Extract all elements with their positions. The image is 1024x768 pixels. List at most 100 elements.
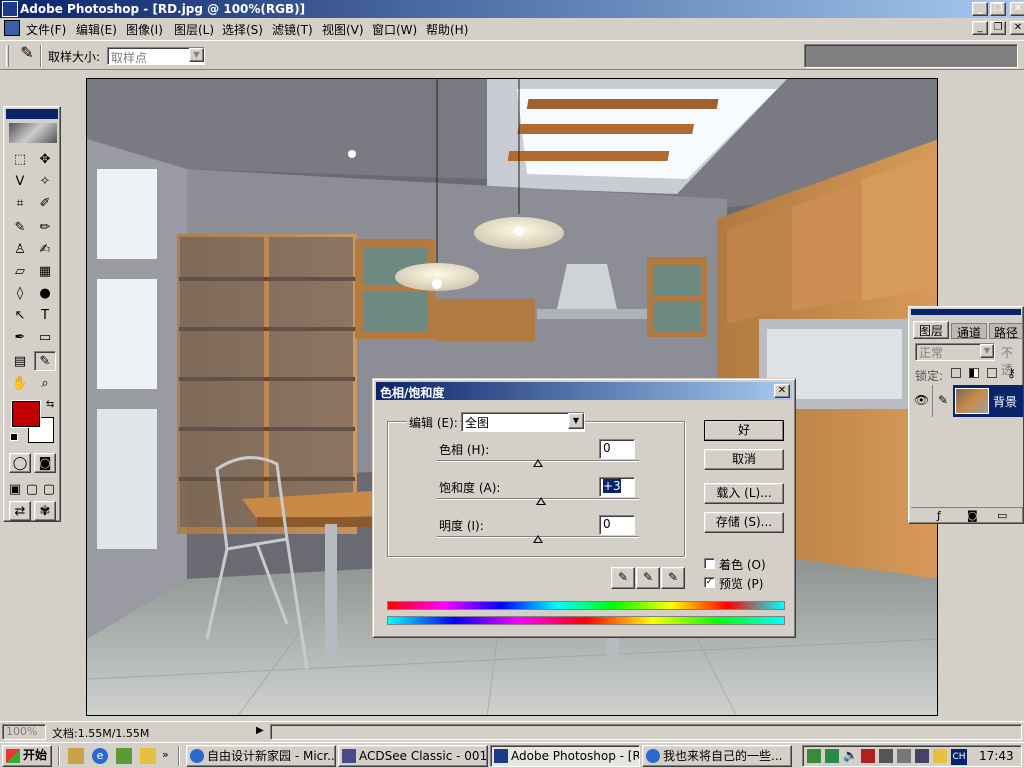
minimize-button[interactable]: _ [972, 2, 988, 16]
brush-icon[interactable]: ✏ [34, 217, 56, 237]
saturation-slider-thumb[interactable] [536, 497, 546, 505]
swap-colors-icon[interactable]: ⇆ [46, 399, 54, 410]
ok-button[interactable]: 好 [704, 420, 784, 441]
doc-close-button[interactable]: ✕ [1010, 21, 1024, 35]
menu-view[interactable]: 视图(V) [322, 21, 364, 38]
status-menu-arrow-icon[interactable]: ▶ [256, 725, 264, 736]
lasso-icon[interactable]: ᐯ [9, 171, 31, 191]
lock-position-icon[interactable] [987, 368, 997, 378]
dialog-close-button[interactable]: ✕ [774, 384, 790, 398]
menu-layer[interactable]: 图层(L) [174, 21, 214, 38]
app-launcher-2-icon[interactable] [140, 748, 156, 764]
slice-icon[interactable]: ✐ [34, 193, 56, 213]
standard-mode-icon[interactable]: ◯ [9, 453, 31, 473]
eye-icon[interactable]: 👁 [911, 385, 933, 417]
app-launcher-icon[interactable] [116, 748, 132, 764]
menu-filter[interactable]: 滤镜(T) [272, 21, 313, 38]
screen-mode-standard-icon[interactable]: ▣ [7, 479, 23, 499]
tray-network-icon[interactable] [807, 749, 821, 763]
screen-mode-full-icon[interactable]: ▢ [41, 479, 57, 499]
restore-button[interactable]: ❐ [990, 2, 1006, 16]
task-browser[interactable]: 自由设计新家园 - Micr... [186, 745, 336, 767]
lock-all-icon[interactable]: ⚷ [1007, 366, 1016, 380]
layer-style-icon[interactable]: ƒ [937, 509, 941, 522]
zoom-field[interactable]: 100% [2, 724, 46, 740]
tray-smiley-icon[interactable] [933, 749, 947, 763]
start-button[interactable]: 开始 [2, 745, 52, 767]
lock-image-icon[interactable] [969, 368, 979, 378]
imageready-icon[interactable]: ✾ [34, 501, 56, 521]
task-acdsee[interactable]: ACDSee Classic - 001 [338, 745, 488, 767]
tray-antivirus-icon[interactable] [861, 749, 875, 763]
blur-icon[interactable]: ◊ [9, 283, 31, 303]
preview-checkbox[interactable]: ✓ [704, 577, 715, 588]
eyedropper-plus-icon[interactable]: ✎ [636, 567, 660, 589]
more-launchers-icon[interactable]: » [162, 748, 169, 761]
eyedropper-tool-icon[interactable]: ✎ [34, 351, 56, 371]
lightness-slider-thumb[interactable] [533, 535, 543, 543]
saturation-input[interactable]: +3 [599, 477, 635, 497]
crop-icon[interactable]: ⌗ [9, 193, 31, 213]
task-photoshop[interactable]: Adobe Photoshop - [RD... [490, 745, 640, 767]
load-button[interactable]: 载入 (L)... [704, 483, 784, 504]
task-browser-2[interactable]: 我也来将自己的一些... [642, 745, 792, 767]
path-select-icon[interactable]: ↖ [9, 305, 31, 325]
menu-help[interactable]: 帮助(H) [426, 21, 468, 38]
screen-mode-full-menu-icon[interactable]: ▢ [24, 479, 40, 499]
edit-select[interactable]: 全图 ▼ [461, 412, 585, 432]
doc-minimize-button[interactable]: _ [972, 21, 988, 35]
pen-icon[interactable]: ✒ [9, 327, 31, 347]
show-desktop-icon[interactable] [68, 748, 84, 764]
rectangle-icon[interactable]: ▭ [34, 327, 56, 347]
menu-select[interactable]: 选择(S) [222, 21, 263, 38]
photoshop-logo-icon[interactable] [9, 123, 57, 143]
palette-well[interactable] [804, 44, 1018, 68]
move-icon[interactable]: ✥ [34, 149, 56, 169]
tab-paths[interactable]: 路径 [989, 323, 1023, 340]
chevron-down-icon[interactable]: ▼ [980, 344, 994, 358]
hue-slider-thumb[interactable] [533, 459, 543, 467]
lock-transparency-icon[interactable] [951, 368, 961, 378]
gradient-icon[interactable]: ▦ [34, 261, 56, 281]
save-button[interactable]: 存储 (S)... [704, 512, 784, 533]
colorize-checkbox[interactable] [704, 558, 715, 569]
new-layer-icon[interactable]: ▭ [997, 509, 1007, 522]
menu-edit[interactable]: 编辑(E) [76, 21, 117, 38]
default-colors-icon[interactable] [10, 433, 18, 441]
stamp-icon[interactable]: ♙ [9, 239, 31, 259]
close-button[interactable]: ✕ [1010, 2, 1024, 16]
eyedropper-icon[interactable]: ✎ [16, 43, 38, 65]
chevron-down-icon[interactable]: ▼ [568, 413, 584, 429]
layer-mask-icon[interactable]: ◙ [967, 509, 978, 522]
type-icon[interactable]: T [34, 305, 56, 325]
healing-brush-icon[interactable]: ✎ [9, 217, 31, 237]
toolbox-titlebar[interactable] [6, 109, 58, 119]
doc-restore-button[interactable]: ❐ [990, 21, 1006, 35]
cancel-button[interactable]: 取消 [704, 449, 784, 470]
eraser-icon[interactable]: ▱ [9, 261, 31, 281]
notes-icon[interactable]: ▤ [9, 351, 31, 371]
ime-indicator[interactable]: CH [951, 749, 967, 765]
history-brush-icon[interactable]: ✍ [34, 239, 56, 259]
quick-mask-icon[interactable]: ◙ [34, 453, 56, 473]
sample-size-select[interactable]: 取样点 ▼ [107, 47, 205, 65]
tab-channels[interactable]: 通道 [951, 323, 987, 340]
volume-icon[interactable]: 🔈 [843, 748, 858, 762]
foreground-color-swatch[interactable] [12, 401, 40, 427]
grip[interactable] [6, 45, 9, 67]
internet-explorer-icon[interactable]: e [92, 748, 108, 764]
eyedropper-icon[interactable]: ✎ [611, 567, 635, 589]
layer-row-background[interactable]: 👁 ✎ 背景 [911, 385, 1023, 417]
magic-wand-icon[interactable]: ✧ [34, 171, 56, 191]
dialog-titlebar[interactable]: 色相/饱和度 ✕ [376, 382, 792, 400]
menu-image[interactable]: 图像(I) [126, 21, 163, 38]
jump-to-imageready-icon[interactable]: ⇄ [9, 501, 31, 521]
lightness-input[interactable]: 0 [599, 515, 635, 535]
blend-mode-select[interactable]: 正常 ▼ [915, 343, 995, 361]
tray-display-icon[interactable] [897, 749, 911, 763]
hand-icon[interactable]: ✋ [9, 373, 31, 393]
marquee-icon[interactable]: ⬚ [9, 149, 31, 169]
tray-shield-icon[interactable] [879, 749, 893, 763]
palette-titlebar[interactable] [911, 309, 1021, 315]
document-icon[interactable] [4, 20, 20, 36]
